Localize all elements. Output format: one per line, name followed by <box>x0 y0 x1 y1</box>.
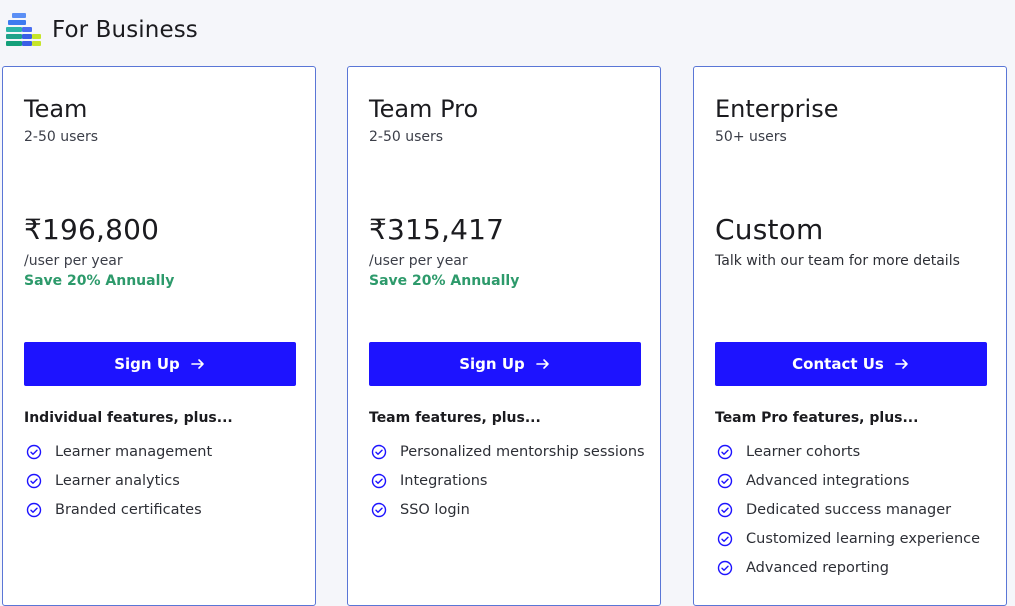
check-circle-icon <box>26 444 42 460</box>
feature-label: Integrations <box>400 472 488 489</box>
check-circle-icon <box>717 560 733 576</box>
save-annually-text: Save 20% Annually <box>369 273 520 289</box>
feature-item: Personalized mentorship sessions <box>369 437 645 466</box>
plan-users: 2-50 users <box>369 129 444 145</box>
arrow-right-icon <box>894 356 910 372</box>
feature-item: SSO login <box>369 495 645 524</box>
plan-price: ₹315,417 <box>369 213 505 246</box>
feature-label: Advanced reporting <box>746 559 889 576</box>
plan-users: 50+ users <box>715 129 787 145</box>
cta-label: Contact Us <box>792 355 884 373</box>
check-circle-icon <box>26 473 42 489</box>
check-circle-icon <box>371 473 387 489</box>
feature-label: Learner analytics <box>55 472 180 489</box>
feature-label: Personalized mentorship sessions <box>400 443 645 460</box>
feature-item: Learner management <box>24 437 212 466</box>
check-circle-icon <box>717 502 733 518</box>
plan-name: Enterprise <box>715 95 839 123</box>
feature-list: Personalized mentorship sessions Integra… <box>369 437 645 524</box>
check-circle-icon <box>717 531 733 547</box>
sign-up-button[interactable]: Sign Up <box>369 342 641 386</box>
plan-card-enterprise: Enterprise 50+ users Custom Talk with ou… <box>693 66 1007 606</box>
for-business-logo-icon[interactable] <box>6 13 42 49</box>
plan-price: Custom <box>715 213 824 246</box>
price-unit: /user per year <box>369 253 468 269</box>
feature-item: Dedicated success manager <box>715 495 980 524</box>
feature-item: Advanced reporting <box>715 553 980 582</box>
feature-item: Learner analytics <box>24 466 212 495</box>
feature-label: Branded certificates <box>55 501 202 518</box>
arrow-right-icon <box>190 356 206 372</box>
feature-label: Dedicated success manager <box>746 501 952 518</box>
plan-name: Team <box>24 95 88 123</box>
save-annually-text: Save 20% Annually <box>24 273 175 289</box>
plan-card-team-pro: Team Pro 2-50 users ₹315,417 /user per y… <box>347 66 661 606</box>
feature-label: Customized learning experience <box>746 530 981 547</box>
check-circle-icon <box>717 473 733 489</box>
sign-up-button[interactable]: Sign Up <box>24 342 296 386</box>
feature-item: Learner cohorts <box>715 437 980 466</box>
feature-item: Branded certificates <box>24 495 212 524</box>
feature-list: Learner cohorts Advanced integrations De… <box>715 437 980 582</box>
plan-price: ₹196,800 <box>24 213 160 246</box>
header: For Business <box>6 12 198 50</box>
cta-label: Sign Up <box>114 355 180 373</box>
feature-item: Advanced integrations <box>715 466 980 495</box>
feature-label: Learner management <box>55 443 213 460</box>
features-title: Team features, plus... <box>369 410 541 426</box>
page-title: For Business <box>52 17 198 43</box>
check-circle-icon <box>26 502 42 518</box>
contact-us-button[interactable]: Contact Us <box>715 342 987 386</box>
feature-item: Customized learning experience <box>715 524 980 553</box>
check-circle-icon <box>371 502 387 518</box>
check-circle-icon <box>717 444 733 460</box>
feature-list: Learner management Learner analytics Bra… <box>24 437 212 524</box>
plan-name: Team Pro <box>369 95 479 123</box>
check-circle-icon <box>371 444 387 460</box>
feature-item: Integrations <box>369 466 645 495</box>
cta-label: Sign Up <box>459 355 525 373</box>
plan-description: Talk with our team for more details <box>715 253 960 269</box>
price-unit: /user per year <box>24 253 123 269</box>
feature-label: SSO login <box>400 501 470 518</box>
arrow-right-icon <box>535 356 551 372</box>
features-title: Individual features, plus... <box>24 410 233 426</box>
plan-users: 2-50 users <box>24 129 99 145</box>
feature-label: Advanced integrations <box>746 472 910 489</box>
feature-label: Learner cohorts <box>746 443 861 460</box>
plan-card-team: Team 2-50 users ₹196,800 /user per year … <box>2 66 316 606</box>
features-title: Team Pro features, plus... <box>715 410 919 426</box>
